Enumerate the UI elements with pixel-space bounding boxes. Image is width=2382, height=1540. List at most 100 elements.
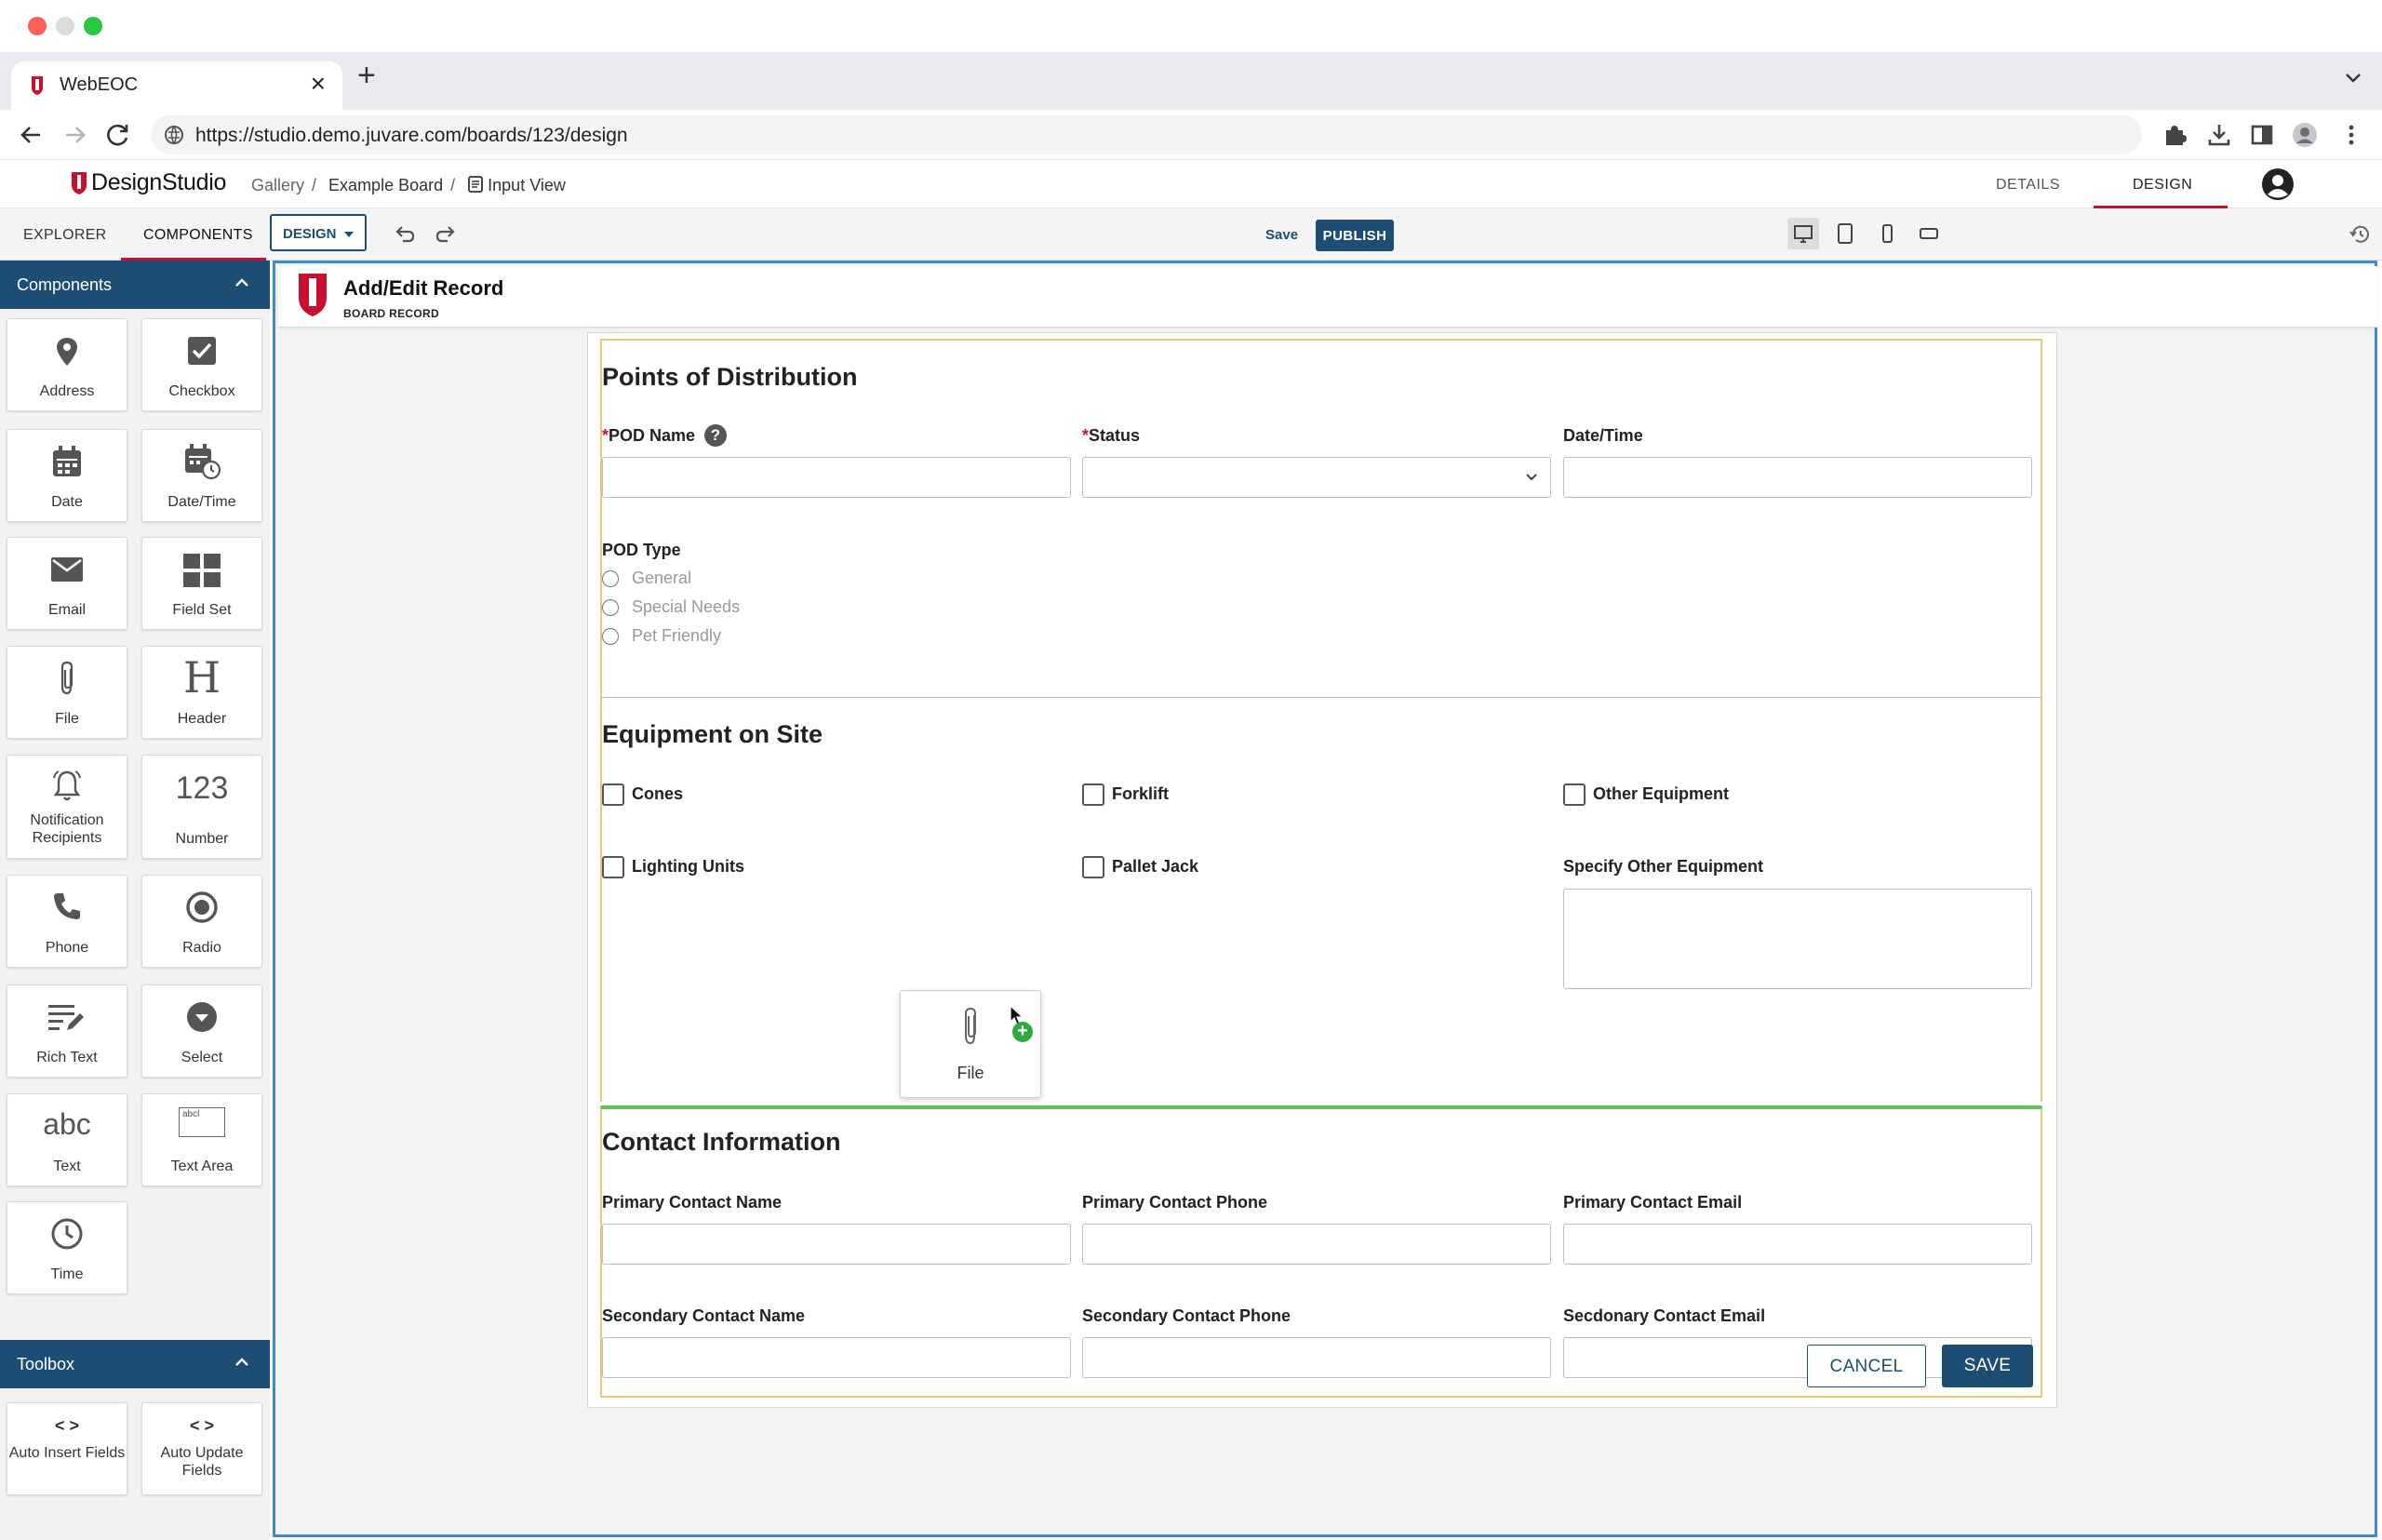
history-icon[interactable] <box>2349 223 2371 246</box>
component-header[interactable]: H Header <box>141 646 262 739</box>
close-window-button[interactable] <box>28 17 47 35</box>
tab-components[interactable]: COMPONENTS <box>143 227 253 244</box>
save-link[interactable]: Save <box>1265 227 1298 243</box>
tab-explorer[interactable]: EXPLORER <box>23 227 107 244</box>
component-field-set[interactable]: Field Set <box>141 537 262 630</box>
radio-general[interactable] <box>602 570 619 587</box>
component-select[interactable]: Select <box>141 984 262 1078</box>
status-select[interactable] <box>1082 457 1551 498</box>
primary-contact-email-input[interactable] <box>1563 1224 2032 1265</box>
maximize-window-button[interactable] <box>84 17 102 35</box>
redo-icon[interactable] <box>434 223 458 244</box>
radio-label: Pet Friendly <box>632 626 722 645</box>
minimize-window-button[interactable] <box>56 17 74 35</box>
forward-arrow-icon[interactable] <box>60 119 91 151</box>
secondary-contact-name-input[interactable] <box>602 1337 1071 1378</box>
checkbox-cones[interactable] <box>602 783 624 806</box>
url-text: https://studio.demo.juvare.com/boards/12… <box>195 125 628 146</box>
download-icon[interactable] <box>2205 121 2233 149</box>
tab-close-icon[interactable]: × <box>311 71 326 97</box>
new-tab-icon[interactable]: + <box>357 60 376 91</box>
profile-icon[interactable] <box>2291 121 2319 149</box>
phone-view-button[interactable] <box>1871 218 1903 249</box>
component-label: Number <box>175 831 229 847</box>
save-button[interactable]: SAVE <box>1942 1345 2033 1387</box>
secondary-contact-phone-input[interactable] <box>1082 1337 1551 1378</box>
design-canvas[interactable]: Add/Edit Record BOARD RECORD Points of D… <box>273 261 2377 1537</box>
component-notification-recipients[interactable]: Notification Recipients <box>7 755 127 859</box>
breadcrumb: Gallery / Example Board / Input View <box>251 176 566 194</box>
component-label: Notification Recipients <box>30 812 104 846</box>
component-time[interactable]: Time <box>7 1201 127 1294</box>
component-phone[interactable]: Phone <box>7 875 127 968</box>
browser-tab[interactable]: WebEOC × <box>11 61 342 110</box>
header-icon: H <box>182 652 221 703</box>
pod-name-input[interactable] <box>602 457 1071 498</box>
primary-contact-phone-label: Primary Contact Phone <box>1082 1193 1268 1212</box>
component-radio[interactable]: Radio <box>141 875 262 968</box>
components-panel-header[interactable]: Components <box>0 261 270 309</box>
checkbox-lighting-units[interactable] <box>602 856 624 878</box>
tablet-view-button[interactable] <box>1829 218 1861 249</box>
checkbox-forklift[interactable] <box>1082 783 1104 806</box>
primary-contact-name-input[interactable] <box>602 1224 1071 1265</box>
primary-contact-phone-input[interactable] <box>1082 1224 1551 1265</box>
component-file[interactable]: File <box>7 646 127 739</box>
specify-other-textarea[interactable] <box>1563 889 2032 989</box>
radio-special-needs[interactable] <box>602 599 619 616</box>
required-mark: * <box>602 426 609 445</box>
component-email[interactable]: Email <box>7 537 127 630</box>
toolbox-panel-header[interactable]: Toolbox <box>0 1340 270 1388</box>
checkbox-label: Cones <box>632 784 684 803</box>
component-number[interactable]: 123 Number <box>141 755 262 859</box>
reload-icon[interactable] <box>102 119 134 151</box>
browser-menu-icon[interactable] <box>2337 121 2365 149</box>
landscape-view-button[interactable] <box>1913 218 1945 249</box>
secondary-contact-name-label: Secondary Contact Name <box>602 1306 806 1325</box>
datetime-input[interactable] <box>1563 457 2032 498</box>
component-datetime[interactable]: Date/Time <box>141 429 262 522</box>
component-address[interactable]: Address <box>7 318 127 411</box>
nav-details[interactable]: DETAILS <box>1996 177 2060 194</box>
breadcrumb-board[interactable]: Example Board <box>328 176 443 194</box>
site-info-icon[interactable] <box>164 125 184 145</box>
back-arrow-icon[interactable] <box>15 119 47 151</box>
component-checkbox[interactable]: Checkbox <box>141 318 262 411</box>
component-label: Email <box>47 602 86 618</box>
address-bar[interactable]: https://studio.demo.juvare.com/boards/12… <box>151 115 2142 154</box>
desktop-view-button[interactable] <box>1787 218 1819 249</box>
paperclip-icon <box>965 1007 976 1045</box>
help-icon[interactable]: ? <box>704 424 727 447</box>
toolbox-label: Auto Update Fields <box>160 1445 244 1479</box>
breadcrumb-gallery[interactable]: Gallery <box>251 176 304 194</box>
component-text[interactable]: abc Text <box>7 1093 127 1186</box>
toolbox-auto-update[interactable]: < > Auto Update Fields <box>141 1402 262 1495</box>
checkbox-other-equipment[interactable] <box>1563 783 1586 806</box>
nav-design[interactable]: DESIGN <box>2133 177 2192 194</box>
browser-toolbar: https://studio.demo.juvare.com/boards/12… <box>0 110 2382 160</box>
add-badge-icon: + <box>1012 1022 1033 1042</box>
chevron-up-icon[interactable] <box>234 1357 249 1368</box>
section-title: Points of Distribution <box>602 363 858 391</box>
section-points-of-distribution[interactable]: Points of Distribution *POD Name ? *Stat… <box>600 339 2042 698</box>
undo-icon[interactable] <box>393 223 417 244</box>
bell-icon <box>53 770 81 801</box>
cancel-button[interactable]: CANCEL <box>1807 1345 1926 1387</box>
user-account-icon[interactable] <box>2261 167 2295 201</box>
toolbox-auto-insert[interactable]: < > Auto Insert Fields <box>7 1402 127 1495</box>
component-text-area[interactable]: abcl Text Area <box>141 1093 262 1186</box>
component-rich-text[interactable]: Rich Text <box>7 984 127 1078</box>
radio-pet-friendly[interactable] <box>602 628 619 645</box>
chevron-up-icon[interactable] <box>234 277 249 288</box>
specify-other-label: Specify Other Equipment <box>1563 857 1764 876</box>
breadcrumb-view[interactable]: Input View <box>488 176 566 194</box>
rich-text-icon <box>48 1005 84 1030</box>
section-equipment-on-site[interactable]: Equipment on Site Cones Forklift Other E… <box>600 698 2042 1102</box>
extensions-icon[interactable] <box>2161 121 2188 149</box>
checkbox-pallet-jack[interactable] <box>1082 856 1104 878</box>
tab-search-chevron-icon[interactable] <box>2343 67 2363 87</box>
side-panel-icon[interactable] <box>2248 121 2276 149</box>
publish-button[interactable]: PUBLISH <box>1316 220 1394 251</box>
component-date[interactable]: Date <box>7 429 127 522</box>
mode-dropdown[interactable]: DESIGN <box>270 214 367 251</box>
